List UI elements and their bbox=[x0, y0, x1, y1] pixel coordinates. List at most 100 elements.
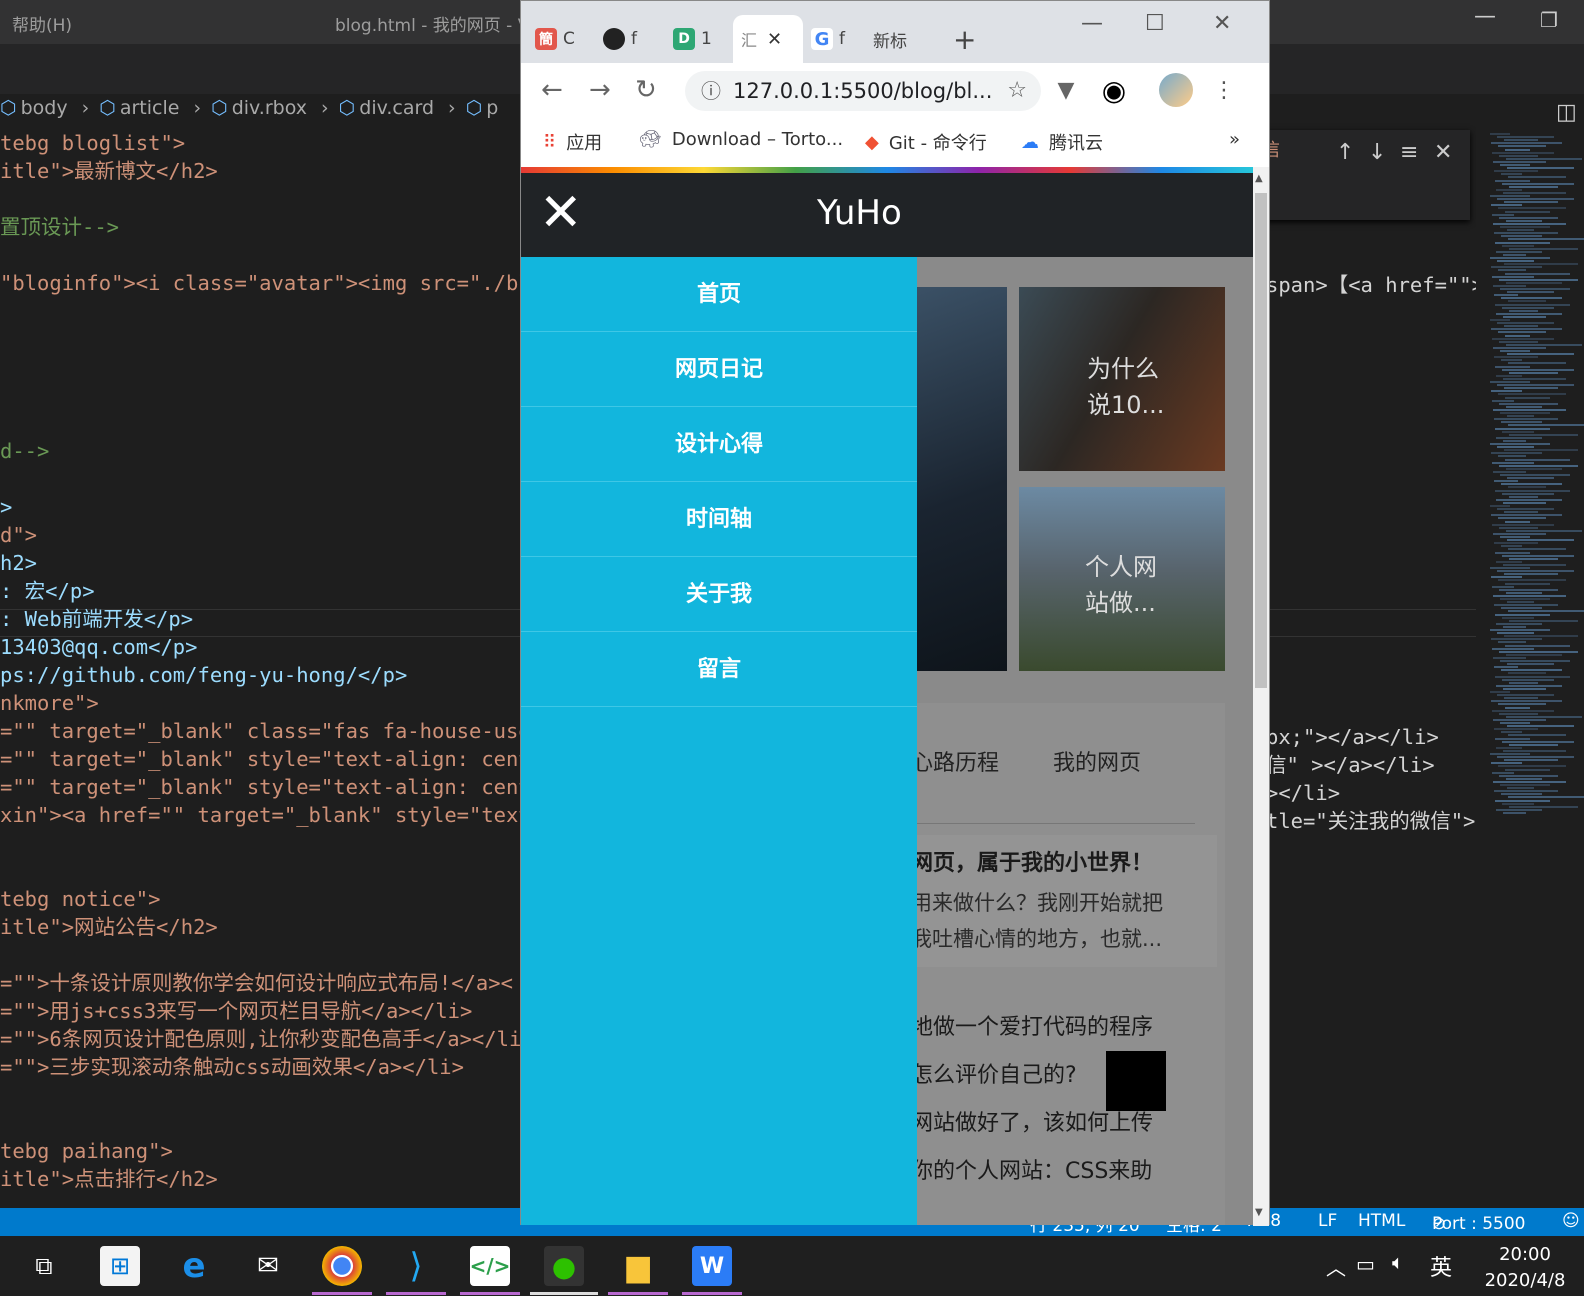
browser-tab[interactable]: f bbox=[603, 15, 665, 63]
minimap-line bbox=[1498, 393, 1566, 396]
minimap-line bbox=[1508, 734, 1566, 737]
speaker-icon[interactable]: 🔈︎ bbox=[1392, 1250, 1404, 1274]
code-line: ="">十条设计原则教你学会如何设计响应式布局!</a>< bbox=[0, 971, 513, 995]
minimap-line bbox=[1497, 136, 1554, 139]
wps-icon[interactable]: W bbox=[692, 1246, 732, 1286]
vue-devtools-icon[interactable]: ▼ bbox=[1049, 73, 1083, 107]
minimap-line bbox=[1508, 548, 1566, 551]
minimap-line bbox=[1495, 241, 1550, 244]
arrow-down-icon[interactable]: ↓ bbox=[1368, 140, 1386, 165]
minimap-line bbox=[1495, 427, 1550, 430]
reload-icon[interactable]: ↻ bbox=[635, 75, 657, 105]
close-icon[interactable]: ✕ bbox=[767, 29, 782, 50]
store-icon[interactable]: ⊞ bbox=[100, 1246, 140, 1286]
folder-icon[interactable]: ▆ bbox=[618, 1246, 658, 1286]
bookmarks-more[interactable]: » bbox=[1229, 129, 1240, 150]
browser-tab[interactable]: Gf bbox=[811, 15, 873, 63]
clock[interactable]: 20:00 2020/4/8 bbox=[1470, 1242, 1580, 1294]
tab-label[interactable]: 心路历程 bbox=[911, 745, 999, 777]
bookmark-item[interactable]: ☁ 腾讯云 bbox=[1021, 129, 1103, 155]
star-icon[interactable]: ☆ bbox=[1007, 71, 1027, 111]
address-bar[interactable]: ⓘ 127.0.0.1:5500/blog/bl... ☆ bbox=[685, 71, 1041, 111]
breadcrumb-item[interactable]: ⬡ p bbox=[466, 97, 503, 119]
language-mode[interactable]: HTML bbox=[1358, 1211, 1405, 1231]
browser-tab-active[interactable]: 汇 ✕ bbox=[733, 15, 803, 63]
nav-item-diary[interactable]: 网页日记 bbox=[521, 332, 917, 407]
nav-item-design[interactable]: 设计心得 bbox=[521, 407, 917, 482]
page-scrollbar[interactable]: ▲ ▼ bbox=[1253, 167, 1269, 1226]
nav-drawer: 首页 网页日记 设计心得 时间轴 关于我 留言 bbox=[521, 257, 917, 1225]
chevron-up-icon[interactable]: ︿ bbox=[1326, 1252, 1346, 1281]
menu-help[interactable]: 帮助(H) bbox=[12, 11, 72, 36]
edge-icon[interactable]: e bbox=[174, 1246, 214, 1286]
maximize-icon[interactable]: ☐ bbox=[1145, 11, 1165, 36]
browser-tab[interactable]: 簡C bbox=[535, 15, 597, 63]
minimap-line bbox=[1496, 498, 1562, 501]
list-item[interactable]: 怎么评价自己的? bbox=[911, 1057, 1077, 1089]
eol[interactable]: LF bbox=[1318, 1211, 1337, 1231]
ime-indicator[interactable]: 英 bbox=[1430, 1250, 1452, 1282]
scroll-up-icon[interactable]: ▲ bbox=[1255, 173, 1263, 184]
bookmark-apps[interactable]: ⠿ 应用 bbox=[543, 129, 602, 155]
restore-icon[interactable]: ❐ bbox=[1540, 8, 1558, 32]
vscode-icon[interactable]: ⟩ bbox=[396, 1246, 436, 1286]
minimap-line bbox=[1499, 216, 1558, 219]
bookmark-item[interactable]: ◆ Git - 命令行 bbox=[865, 129, 987, 155]
avatar[interactable] bbox=[1159, 73, 1193, 107]
wechat-icon[interactable]: ● bbox=[544, 1246, 584, 1286]
bookmark-item[interactable]: 🐢︎ Download – Torto... bbox=[639, 129, 843, 150]
back-icon[interactable]: ← bbox=[541, 75, 563, 105]
arrow-up-icon[interactable]: ↑ bbox=[1336, 140, 1354, 165]
minimap[interactable] bbox=[1476, 129, 1584, 1209]
minimize-icon[interactable]: — bbox=[1474, 4, 1496, 29]
split-editor-icon[interactable]: ◫ bbox=[1556, 100, 1577, 125]
minimap-line bbox=[1507, 539, 1574, 542]
close-icon[interactable]: ✕ bbox=[1213, 11, 1231, 36]
extension-ring-icon[interactable]: ◉ bbox=[1097, 73, 1131, 107]
breadcrumb-item[interactable]: ⬡ body bbox=[0, 97, 72, 119]
browser-tab[interactable]: 新标 bbox=[873, 15, 935, 63]
minimize-icon[interactable]: — bbox=[1081, 11, 1103, 36]
chrome-icon[interactable] bbox=[322, 1246, 362, 1286]
minimap-line bbox=[1494, 542, 1538, 545]
forward-icon[interactable]: → bbox=[589, 75, 611, 105]
nav-item-home[interactable]: 首页 bbox=[521, 257, 917, 332]
selection-icon[interactable]: ≡ bbox=[1400, 140, 1418, 165]
minimap-line bbox=[1491, 700, 1562, 703]
thumbnail-image[interactable] bbox=[911, 287, 1007, 671]
tab-label[interactable]: 我的网页 bbox=[1053, 745, 1141, 777]
nav-item-message[interactable]: 留言 bbox=[521, 632, 917, 707]
minimap-line bbox=[1504, 511, 1538, 514]
scrollbar-thumb[interactable] bbox=[1255, 193, 1267, 688]
thumbnail-image[interactable]: 个人网 站做... bbox=[1019, 487, 1225, 671]
minimap-line bbox=[1509, 433, 1578, 436]
more-menu-icon[interactable]: ⋮ bbox=[1207, 73, 1241, 107]
mail-icon[interactable]: ✉ bbox=[248, 1246, 288, 1286]
minimap-line bbox=[1495, 613, 1550, 616]
browser-tab[interactable]: D1 bbox=[673, 15, 735, 63]
code-editor-app-icon[interactable]: </> bbox=[470, 1246, 510, 1286]
breadcrumb-item[interactable]: ⬡ div.card bbox=[339, 97, 438, 119]
thumbnail-image[interactable]: 为什么 说10... bbox=[1019, 287, 1225, 471]
minimap-line bbox=[1505, 644, 1570, 647]
breadcrumb-item[interactable]: ⬡ div.rbox bbox=[211, 97, 311, 119]
minimap-line bbox=[1499, 278, 1578, 281]
code-line: ="" target="_blank" style="text-align: c… bbox=[0, 775, 568, 799]
list-item[interactable]: 地做一个爱打代码的程序 bbox=[911, 1009, 1153, 1041]
close-menu-icon[interactable]: ✕ bbox=[539, 183, 583, 243]
task-view-icon[interactable]: ⧉ bbox=[24, 1246, 64, 1286]
minimap-line bbox=[1503, 625, 1526, 628]
scroll-down-icon[interactable]: ▼ bbox=[1255, 1207, 1263, 1218]
battery-icon[interactable]: ▭ bbox=[1356, 1252, 1375, 1276]
featured-post[interactable]: 网页，属于我的小世界！ 用来做什么？我刚开始就把 我吐槽心情的地方，也就... bbox=[911, 835, 1217, 967]
nav-item-timeline[interactable]: 时间轴 bbox=[521, 482, 917, 557]
breadcrumb-item[interactable]: ⬡ article bbox=[99, 97, 183, 119]
site-logo[interactable]: YuHo bbox=[817, 193, 902, 233]
list-item[interactable]: 你的个人网站：CSS来助 bbox=[911, 1153, 1152, 1185]
info-icon[interactable]: ⓘ bbox=[701, 71, 721, 111]
new-tab-button[interactable]: + bbox=[953, 15, 976, 63]
nav-item-about[interactable]: 关于我 bbox=[521, 557, 917, 632]
window-title: blog.html - 我的网页 - V bbox=[335, 16, 530, 36]
feedback-icon[interactable]: ☺ bbox=[1562, 1211, 1580, 1231]
close-icon[interactable]: ✕ bbox=[1434, 140, 1452, 165]
